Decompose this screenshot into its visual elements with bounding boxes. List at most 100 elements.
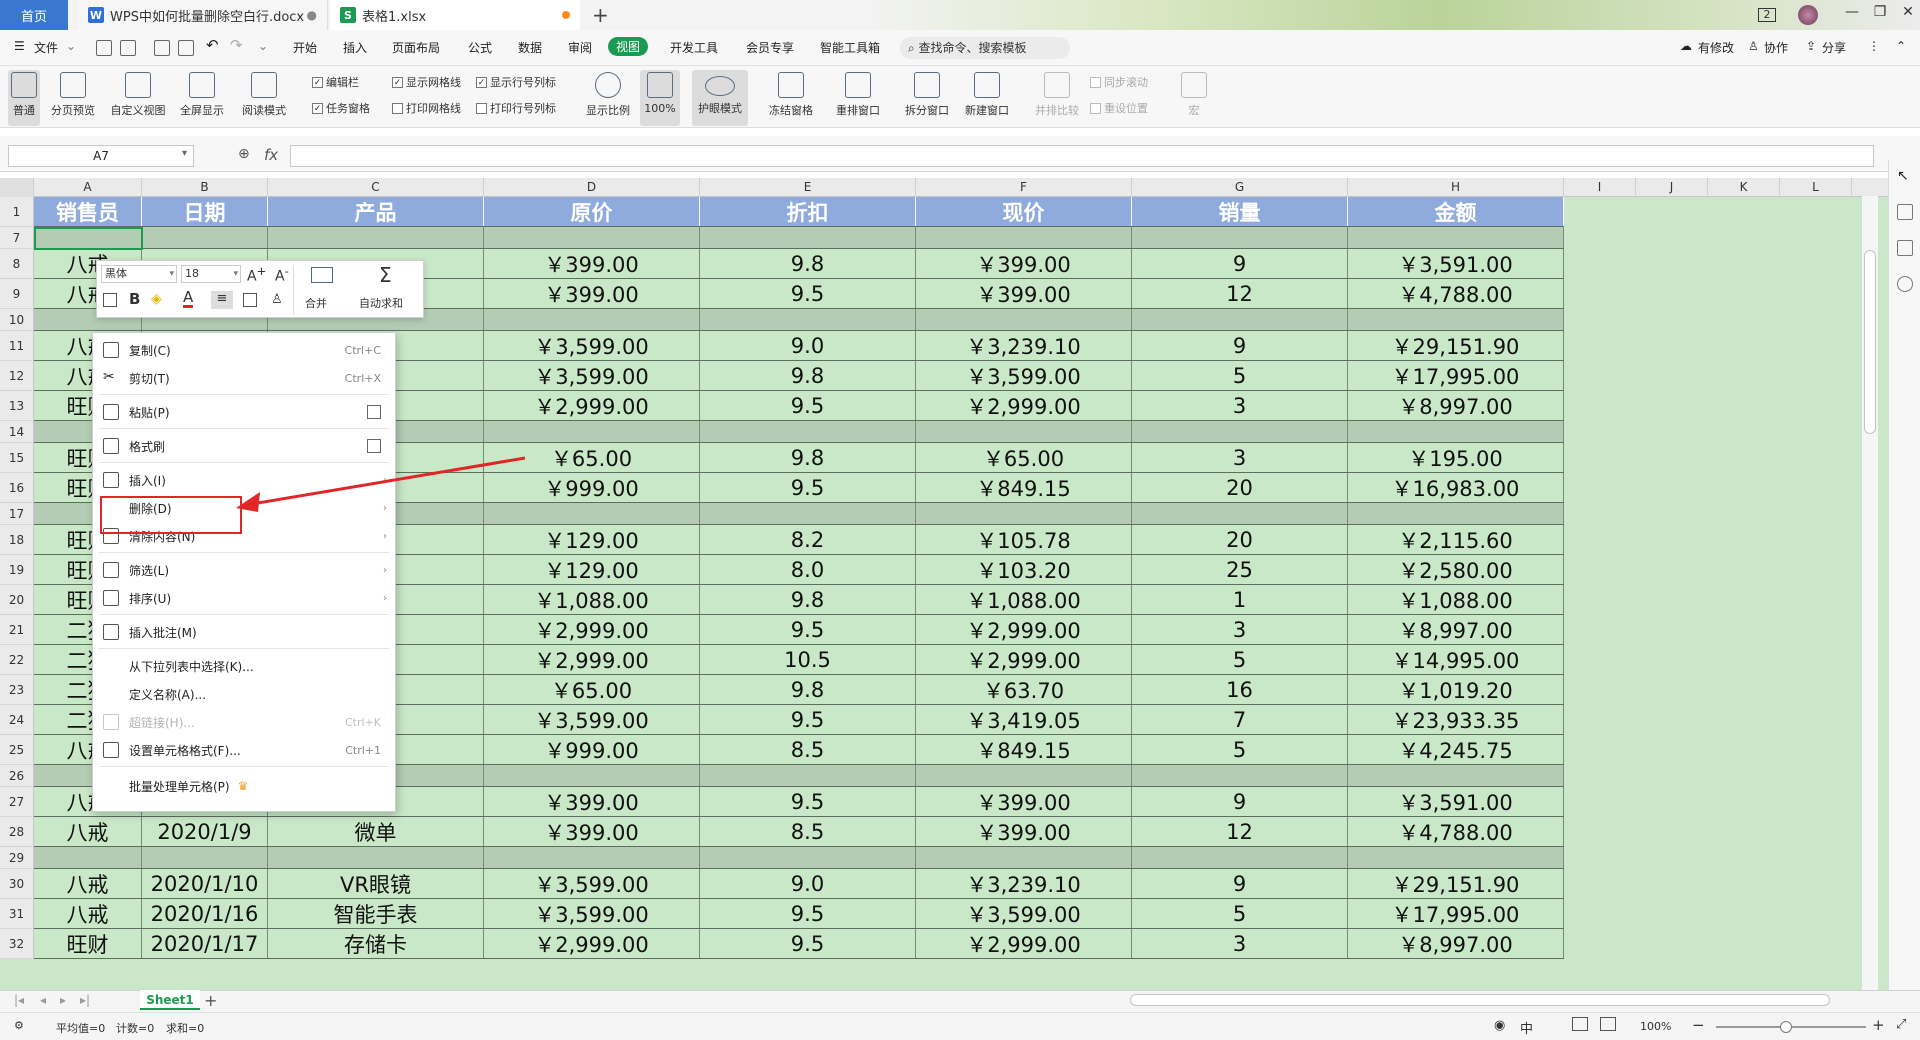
collapse-ribbon-icon[interactable]: ⌃ [1896, 39, 1906, 53]
table-cell[interactable] [1348, 421, 1564, 442]
more-options-icon[interactable]: ⋮ [1868, 39, 1880, 53]
bold-icon[interactable]: B [129, 290, 140, 308]
table-cell[interactable]: ￥2,580.00 [1348, 555, 1564, 584]
menu-item-format-cells[interactable]: 设置单元格格式(F)... Ctrl+1 [93, 737, 395, 763]
table-cell[interactable]: 智能手表 [268, 899, 484, 928]
editbar-checkbox[interactable]: ✓ 编辑栏 [312, 74, 359, 90]
table-row[interactable] [34, 847, 1564, 869]
table-cell[interactable] [484, 765, 700, 786]
increase-font-icon[interactable]: A+ [247, 264, 266, 285]
freeze-panes-button[interactable]: 冻结窗格 [764, 70, 818, 126]
table-cell[interactable] [1348, 503, 1564, 524]
eye-care-status-icon[interactable]: ◉ [1494, 1018, 1505, 1033]
paste-options-icon[interactable] [367, 405, 381, 419]
table-cell[interactable]: ￥2,999.00 [484, 929, 700, 958]
table-cell[interactable] [916, 847, 1132, 868]
table-cell[interactable]: 9.0 [700, 869, 916, 898]
language-icon[interactable]: 中 [1520, 1018, 1533, 1037]
sheet-nav-first-icon[interactable]: |◂ [14, 993, 24, 1007]
menu-insert[interactable]: 插入 [343, 39, 367, 56]
table-cell[interactable] [916, 421, 1132, 442]
table-cell[interactable] [1348, 765, 1564, 786]
menu-data[interactable]: 数据 [518, 39, 542, 56]
row-header[interactable]: 24 [0, 705, 34, 735]
menu-file[interactable]: 文件 [34, 39, 58, 56]
table-cell[interactable] [142, 227, 268, 248]
table-cell[interactable] [1132, 309, 1348, 330]
font-family-select[interactable]: 黑体 ▾ [101, 265, 177, 283]
table-cell[interactable]: ￥105.78 [916, 525, 1132, 554]
table-header-row[interactable]: 销售员 日期 产品 原价 折扣 现价 销量 金额 [34, 197, 1564, 227]
table-cell[interactable]: 12 [1132, 279, 1348, 308]
menu-review[interactable]: 审阅 [568, 39, 592, 56]
horizontal-scrollbar[interactable] [1130, 994, 1830, 1006]
zoom-formula-icon[interactable]: ⊕ [238, 146, 250, 162]
table-row[interactable]: 八戒 2020/1/16 智能手表 ￥3,599.00 9.5 ￥3,599.00 5 ￥17… [34, 899, 1564, 929]
custom-view-button[interactable]: 自定义视图 [106, 70, 170, 126]
row-header[interactable]: 12 [0, 361, 34, 391]
table-cell[interactable]: ￥399.00 [916, 817, 1132, 846]
row-header[interactable]: 18 [0, 525, 34, 555]
row-header[interactable]: 14 [0, 421, 34, 443]
table-cell[interactable] [484, 421, 700, 442]
menu-item-sort[interactable]: 排序(U) › [93, 585, 395, 611]
row-header[interactable]: 13 [0, 391, 34, 421]
close-icon[interactable]: ● [307, 8, 317, 22]
print-icon[interactable] [154, 40, 170, 56]
table-cell[interactable]: ￥8,997.00 [1348, 391, 1564, 420]
zoom-level[interactable]: 100% [1640, 1020, 1671, 1033]
table-cell[interactable]: 3 [1132, 615, 1348, 644]
table-cell[interactable]: 8.5 [700, 817, 916, 846]
table-cell[interactable]: ￥8,997.00 [1348, 615, 1564, 644]
table-cell[interactable]: ￥2,999.00 [484, 615, 700, 644]
table-cell[interactable]: 20 [1132, 473, 1348, 502]
table-cell[interactable]: ￥399.00 [484, 817, 700, 846]
table-cell[interactable]: 9.5 [700, 473, 916, 502]
new-tab-plus-icon[interactable]: + [592, 3, 609, 27]
table-cell[interactable]: 5 [1132, 361, 1348, 390]
header-cell[interactable]: 销售员 [34, 197, 142, 226]
row-header[interactable]: 19 [0, 555, 34, 585]
zoom-slider-handle[interactable] [1780, 1021, 1792, 1033]
row-header[interactable]: 27 [0, 787, 34, 817]
header-cell[interactable]: 金额 [1348, 197, 1564, 226]
row-header[interactable]: 16 [0, 473, 34, 503]
table-cell[interactable]: 9 [1132, 331, 1348, 360]
table-cell[interactable]: 八戒 [34, 899, 142, 928]
table-cell[interactable]: ￥849.15 [916, 735, 1132, 764]
table-cell[interactable]: ￥29,151.90 [1348, 869, 1564, 898]
align-center-icon[interactable]: ≡ [211, 291, 233, 309]
row-header[interactable]: 11 [0, 331, 34, 361]
table-cell[interactable]: ￥1,019.20 [1348, 675, 1564, 704]
zoom-out-icon[interactable]: − [1692, 1016, 1705, 1034]
row-header[interactable]: 30 [0, 869, 34, 899]
table-cell[interactable]: ￥399.00 [484, 279, 700, 308]
table-cell[interactable]: ￥3,599.00 [484, 899, 700, 928]
col-header[interactable]: G [1132, 178, 1348, 197]
menu-member[interactable]: 会员专享 [746, 39, 794, 56]
col-header[interactable]: F [916, 178, 1132, 197]
table-cell[interactable] [1348, 227, 1564, 248]
table-cell[interactable] [700, 227, 916, 248]
tab-document[interactable]: W WPS中如何批量删除空白行.docx ● [78, 0, 328, 30]
table-cell[interactable]: 5 [1132, 645, 1348, 674]
table-cell[interactable]: ￥3,599.00 [916, 899, 1132, 928]
save-icon[interactable] [96, 40, 112, 56]
table-cell[interactable]: 存储卡 [268, 929, 484, 958]
table-cell[interactable]: 9 [1132, 249, 1348, 278]
table-cell[interactable]: 9.5 [700, 787, 916, 816]
table-cell[interactable]: ￥3,599.00 [484, 869, 700, 898]
table-cell[interactable]: ￥1,088.00 [1348, 585, 1564, 614]
header-cell[interactable]: 日期 [142, 197, 268, 226]
table-cell[interactable]: 9.5 [700, 899, 916, 928]
col-header[interactable]: B [142, 178, 268, 197]
table-cell[interactable]: ￥399.00 [916, 279, 1132, 308]
table-cell[interactable]: 9.5 [700, 279, 916, 308]
table-cell[interactable] [916, 227, 1132, 248]
properties-icon[interactable] [1897, 204, 1913, 220]
formula-input[interactable] [290, 145, 1874, 167]
table-cell[interactable]: 2020/1/10 [142, 869, 268, 898]
reset-position-button[interactable]: 重设位置 [1090, 100, 1148, 116]
table-cell[interactable]: 9 [1132, 787, 1348, 816]
chevron-down-icon[interactable]: ⌄ [66, 39, 76, 53]
